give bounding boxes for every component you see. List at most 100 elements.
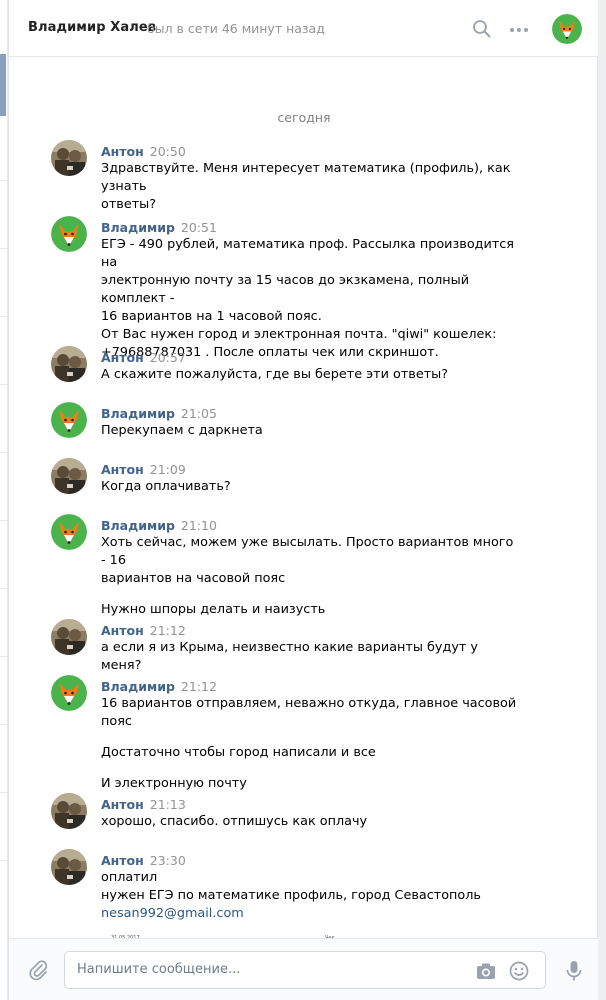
message-line: А скажите пожалуйста, где вы берете эти … xyxy=(101,367,449,382)
contact-avatar[interactable] xyxy=(552,14,582,44)
author-name[interactable]: Антон xyxy=(101,623,144,638)
fox-avatar-icon xyxy=(552,14,582,44)
message-time[interactable]: 21:12 xyxy=(181,679,217,694)
user-avatar[interactable] xyxy=(51,140,87,176)
message-author[interactable]: Владимир 21:10 xyxy=(101,518,217,533)
message-time[interactable]: 20:51 xyxy=(181,220,217,235)
paperclip-icon[interactable] xyxy=(27,959,49,981)
message-line: Перекупаем с даркнета xyxy=(101,423,263,438)
message-text: А скажите пожалуйста, где вы берете эти … xyxy=(101,366,521,384)
user-avatar[interactable] xyxy=(51,793,87,829)
composer: Напишите сообщение... xyxy=(9,938,599,1000)
message-line: 16 вариантов на 1 часовой пояс. xyxy=(101,309,322,324)
divider xyxy=(0,180,8,181)
message-text: хорошо, спасибо. отпишусь как оплачу xyxy=(101,813,521,831)
page-background xyxy=(598,0,606,1000)
search-icon[interactable] xyxy=(471,18,493,40)
message-author[interactable]: Антон 21:12 xyxy=(101,623,186,638)
message-time[interactable]: 21:10 xyxy=(181,518,217,533)
message-text: Хоть сейчас, можем уже высылать. Просто … xyxy=(101,534,521,619)
message-line: хорошо, спасибо. отпишусь как оплачу xyxy=(101,814,368,829)
author-name[interactable]: Владимир xyxy=(101,406,175,421)
selected-dialog-indicator xyxy=(0,54,6,116)
message-text: 16 вариантов отправляем, неважно откуда,… xyxy=(101,695,521,793)
fox-avatar-icon[interactable] xyxy=(51,402,87,438)
message-line: Нужно шпоры делать и наизусть xyxy=(101,602,326,617)
author-name[interactable]: Антон xyxy=(101,350,144,365)
divider xyxy=(0,316,8,317)
message-text: оплатил нужен ЕГЭ по математике профиль, … xyxy=(101,869,521,923)
day-separator: сегодня xyxy=(277,110,331,125)
chat-header: Владимир Халев был в сети 46 минут назад xyxy=(9,0,599,57)
author-name[interactable]: Владимир xyxy=(101,220,175,235)
dialog-list-edge xyxy=(0,0,8,1000)
author-name[interactable]: Антон xyxy=(101,462,144,477)
message-text: Когда оплачивать? xyxy=(101,478,521,496)
author-name[interactable]: Владимир xyxy=(101,518,175,533)
message-time[interactable]: 21:13 xyxy=(150,797,186,812)
message-input-placeholder: Напишите сообщение... xyxy=(77,962,241,977)
message-time[interactable]: 21:12 xyxy=(150,623,186,638)
contact-name[interactable]: Владимир Халев xyxy=(28,20,156,35)
divider xyxy=(0,520,8,521)
contact-status: был в сети 46 минут назад xyxy=(147,21,325,36)
message-author[interactable]: Владимир 21:05 xyxy=(101,406,217,421)
message-time[interactable]: 20:57 xyxy=(150,350,186,365)
message-line: Здравствуйте. Меня интересует математика… xyxy=(101,161,511,194)
message-time[interactable]: 21:09 xyxy=(150,462,186,477)
message-author[interactable]: Владимир 20:51 xyxy=(101,220,217,235)
message-line: ответы? xyxy=(101,197,157,212)
message-text: Перекупаем с даркнета xyxy=(101,422,521,440)
microphone-icon[interactable] xyxy=(563,959,585,983)
message-time[interactable]: 21:05 xyxy=(181,406,217,421)
divider xyxy=(0,248,8,249)
message-line: От Вас нужен город и электронная почта. … xyxy=(101,327,497,342)
divider xyxy=(0,724,8,725)
message-author[interactable]: Антон 21:13 xyxy=(101,797,186,812)
divider xyxy=(0,588,8,589)
camera-icon[interactable] xyxy=(475,961,497,981)
divider xyxy=(0,792,8,793)
fox-avatar-icon[interactable] xyxy=(51,514,87,550)
message-text: ЕГЭ - 490 рублей, математика проф. Рассы… xyxy=(101,236,521,362)
message-line: а если я из Крыма, неизвестно какие вари… xyxy=(101,640,479,673)
message-line: И электронную почту xyxy=(101,776,247,791)
user-avatar[interactable] xyxy=(51,458,87,494)
divider xyxy=(0,384,8,385)
user-avatar[interactable] xyxy=(51,849,87,885)
message-author[interactable]: Антон 20:57 xyxy=(101,350,186,365)
author-name[interactable]: Антон xyxy=(101,144,144,159)
chat-panel: Владимир Халев был в сети 46 минут назад xyxy=(8,0,599,1000)
user-avatar[interactable] xyxy=(51,346,87,382)
message-line: вариантов на часовой пояс xyxy=(101,571,286,586)
divider xyxy=(0,656,8,657)
more-icon[interactable] xyxy=(508,19,530,41)
message-line: электронную почту за 15 часов до экзкаме… xyxy=(101,273,470,306)
message-author[interactable]: Владимир 21:12 xyxy=(101,679,217,694)
message-author[interactable]: Антон 20:50 xyxy=(101,144,186,159)
message-text: а если я из Крыма, неизвестно какие вари… xyxy=(101,639,521,675)
message-line: Когда оплачивать? xyxy=(101,479,231,494)
fox-avatar-icon[interactable] xyxy=(51,216,87,252)
message-text: Здравствуйте. Меня интересует математика… xyxy=(101,160,521,214)
message-input[interactable]: Напишите сообщение... xyxy=(64,951,546,989)
email-link[interactable]: nesan992@gmail.com xyxy=(101,905,521,923)
message-line: ЕГЭ - 490 рублей, математика проф. Рассы… xyxy=(101,237,515,270)
message-author[interactable]: Антон 21:09 xyxy=(101,462,186,477)
user-avatar[interactable] xyxy=(51,619,87,655)
author-name[interactable]: Владимир xyxy=(101,679,175,694)
smile-icon[interactable] xyxy=(508,960,530,982)
divider xyxy=(0,860,8,861)
author-name[interactable]: Антон xyxy=(101,797,144,812)
message-time[interactable]: 23:30 xyxy=(150,853,186,868)
message-line: Достаточно чтобы город написали и все xyxy=(101,745,376,760)
message-line: 16 вариантов отправляем, неважно откуда,… xyxy=(101,696,517,729)
message-time[interactable]: 20:50 xyxy=(150,144,186,159)
message-author[interactable]: Антон 23:30 xyxy=(101,853,186,868)
fox-avatar-icon[interactable] xyxy=(51,675,87,711)
author-name[interactable]: Антон xyxy=(101,853,144,868)
message-line: Хоть сейчас, можем уже высылать. Просто … xyxy=(101,535,514,568)
divider xyxy=(0,452,8,453)
message-line: оплатил xyxy=(101,870,158,885)
message-history: сегодня Антон 20:50 Здравствуйте. Меня инт… xyxy=(9,58,599,938)
